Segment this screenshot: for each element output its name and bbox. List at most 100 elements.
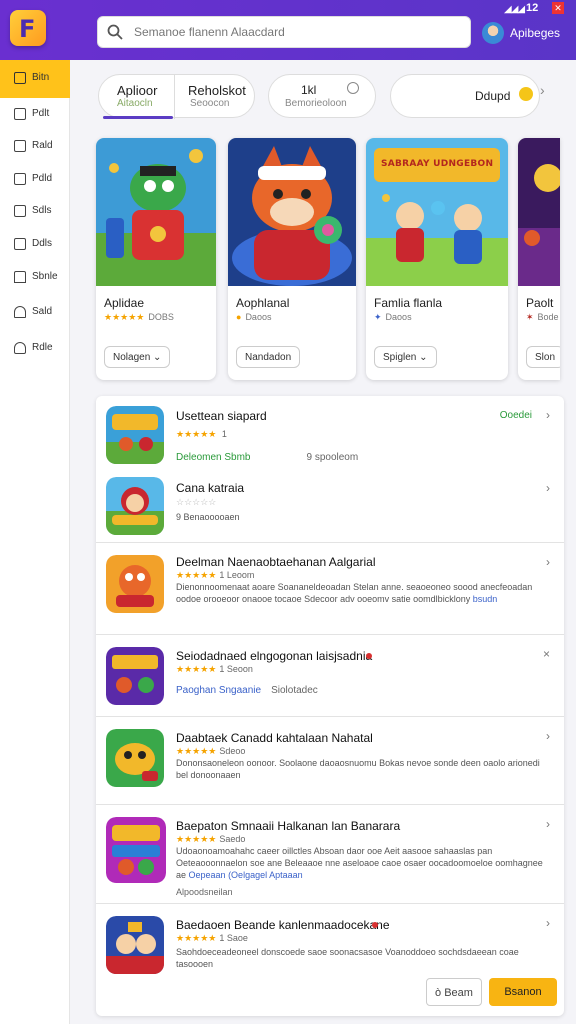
tab-title: Reholskot [188,83,246,98]
close-icon[interactable]: ✕ [552,2,564,14]
list-item[interactable]: Daabtaek Canadd kahtalaan Nahatal ★★★★★ S… [96,717,564,805]
star-icon: ☆☆☆☆☆ [176,497,217,507]
coin-icon: ● [236,312,242,322]
game-art-adventure: SABRAAY UDNGEBON [366,138,508,286]
sidebar-item-bell[interactable]: Sald [0,296,70,330]
rating-value: Bode [537,312,559,322]
tab-title: Aplioor [117,83,158,98]
sidebar-item-list[interactable]: Rald [0,130,70,164]
list-item[interactable]: Baepaton Smnaaii Halkanan lan Banarara ★… [96,805,564,904]
featured-card[interactable]: Aplidae ★★★★★ DOBS Nolagen ⌄ [96,138,216,380]
card-rating: ● Daoos [236,312,271,322]
app-list: Usettean siapard ★★★★★ 1 Deleomen Sbmb 9 … [96,396,564,1016]
tab-group: Aplioor Aitaocln Reholskot Seoocon [98,74,255,119]
search-input[interactable]: Semanoe flanenn Alaacdard [134,25,285,39]
sidebar-item-grid[interactable]: Pdlt [0,98,70,132]
calendar-icon [14,238,26,250]
tab-title: Ddupd [475,89,511,103]
chevron-right-icon[interactable]: › [540,82,545,98]
app-size: 9 spooleom [306,452,359,463]
tab-subtitle: Aitaocln [117,98,153,109]
card-dropdown-button[interactable]: Nolagen ⌄ [104,346,171,368]
chevron-right-icon[interactable]: › [546,817,550,831]
app-status: Deleomen Sbmb [176,452,251,463]
sidebar-item-calendar[interactable]: Ddls [0,228,70,262]
clock-icon [347,82,359,94]
app-category: Siolotadec [271,685,318,696]
sidebar-item-label: Sald [32,306,53,317]
rating-value: 1 Seoon [219,664,253,674]
username: Apibeges [510,26,561,40]
app-link[interactable]: Oepeaan (Oelgagel Aptaaan [189,870,303,880]
sidebar-item-user[interactable]: Rdle [0,332,70,366]
card-rating: ✦ Daoos [374,312,412,323]
tab-applications[interactable]: Aplioor Aitaocln [99,75,175,119]
rating-value: Daoos [245,312,272,322]
star-icon: ★★★★★ [176,664,217,674]
app-meta: Deleomen Sbmb 9 spooleom [176,452,358,463]
app-tag: Ooedei [499,410,532,421]
chevron-right-icon[interactable]: › [546,916,550,930]
card-button[interactable]: Slon [526,346,560,368]
card-title: Aophlanal [236,296,290,310]
emoji-icon [519,87,533,101]
featured-card[interactable]: Aophlanal ● Daoos Nandadon [228,138,356,380]
sidebar-item-folder[interactable]: Sdls [0,195,70,229]
bell-icon [14,306,26,318]
app-name: Cana katraia [176,481,245,495]
card-title: Famlia flanla [374,296,443,310]
app-description: 9 Benaooooaen [176,512,240,522]
list-item[interactable]: Seiodadnaed elngogonan laisjsadnia ★★★★★… [96,635,564,717]
search-icon [107,24,123,40]
tab-filter[interactable]: 1kl Bemorieoloon [268,74,376,118]
house-icon [14,271,26,283]
search-bar[interactable]: Semanoe flanenn Alaacdard [97,16,471,48]
list-item[interactable]: Deelman Naenaobtaehanan Aalgarial ★★★★★ 1… [96,543,564,635]
tab-title: 1kl [301,83,317,97]
app-description: Dienonnoomenaat aoare Soananeldeoadan St… [176,581,548,605]
app-name: Daabtaek Canadd kahtalaan Nahatal [176,731,373,745]
sidebar-item-box[interactable]: Pdld [0,163,70,197]
sidebar-item-home[interactable]: Bitn [0,60,70,98]
battery-value: 12 [526,2,539,14]
app-link[interactable]: bsudn [473,594,498,604]
chevron-right-icon[interactable]: › [546,408,550,422]
signal-icon: ◢◢◢ [504,4,525,15]
app-developer[interactable]: Paoghan Sngaanie [176,685,261,696]
sparkle-icon: ✦ [374,312,382,322]
grid-icon [14,108,26,120]
app-name: Baepaton Smnaaii Halkanan lan Banarara [176,819,401,833]
tab-dropdown[interactable]: Ddupd [390,74,540,118]
close-icon[interactable]: × [543,647,550,661]
tab-subtitle: Seoocon [190,98,230,109]
live-dot-icon [366,653,372,659]
sidebar-item-label: Sbnle [32,271,58,282]
tab-recent[interactable]: Reholskot Seoocon [176,75,254,119]
sidebar-item-house[interactable]: Sbnle [0,261,70,295]
list-item[interactable]: Usettean siapard ★★★★★ 1 Deleomen Sbmb 9 … [96,396,564,471]
app-thumbnail [106,477,164,535]
sidebar-item-label: Pdld [32,173,53,184]
primary-action-button[interactable]: Bsanon [489,978,557,1006]
box-icon [14,173,26,185]
chevron-right-icon[interactable]: › [546,555,550,569]
rating-value: Daoos [385,312,412,322]
folder-icon [14,205,26,217]
featured-card[interactable]: SABRAAY UDNGEBON Famlia flanla ✦ Daoos Sp… [366,138,508,380]
card-dropdown-button[interactable]: Spiglen ⌄ [374,346,437,368]
chevron-right-icon[interactable]: › [546,481,550,495]
featured-card[interactable]: Paolt ✶ Bode Slon [518,138,560,380]
list-item[interactable]: Baedaoen Beande kanlenmaadocekane ★★★★★ 1… [96,904,564,976]
active-tab-indicator [103,116,173,119]
chevron-right-icon[interactable]: › [546,729,550,743]
avatar[interactable] [482,22,504,44]
app-logo[interactable]: F [10,10,46,46]
card-button[interactable]: Nandadon [236,346,301,368]
sidebar-item-label: Rald [32,140,53,151]
live-dot-icon [372,922,378,928]
rating-value: 1 [221,429,227,439]
game-art-title: SABRAAY UDNGEBON [381,159,493,169]
back-button[interactable]: ò Beam [426,978,482,1006]
list-item[interactable]: Cana katraia ☆☆☆☆☆ 9 Benaooooaen › [96,471,564,543]
user-menu[interactable]: Apibeges [482,22,572,44]
